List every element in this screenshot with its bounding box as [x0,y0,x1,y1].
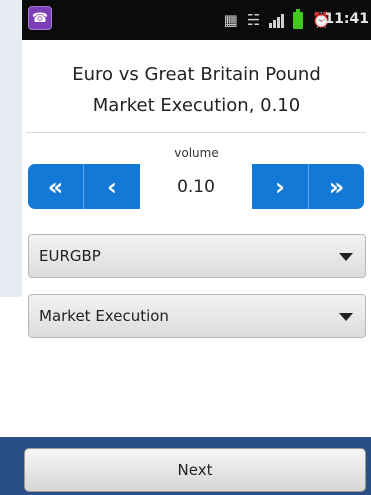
status-clock: 11:41 [324,11,369,27]
divider [26,132,366,133]
page-subtitle: Market Execution, 0.10 [92,95,301,116]
next-button[interactable]: Next [24,448,366,492]
battery-icon [293,8,304,29]
fast-decrease-volume-button[interactable]: « [28,164,84,209]
increase-volume-button[interactable]: › [252,164,308,209]
signal-icon [269,13,285,28]
status-bar: ☎ ▦ ☵ ⏰ 11:41 [22,0,371,40]
volume-input[interactable]: 0.10 [140,164,252,209]
wifi-icon: ☵ [246,10,261,29]
app-viber-icon: ☎ [28,6,52,30]
chevron-down-icon [339,313,353,321]
vibrate-icon: ▦ [223,10,238,29]
volume-stepper: « ‹ 0.10 › » [28,164,368,209]
execution-type-select-value: Market Execution [39,307,169,325]
volume-label: volume [174,146,219,160]
symbol-select[interactable]: EURGBP [28,234,366,278]
background-panel [0,0,22,297]
fast-increase-volume-button[interactable]: » [308,164,364,209]
page-title: Euro vs Great Britain Pound [72,64,321,85]
symbol-select-value: EURGBP [39,247,101,265]
status-icons: ▦ ☵ ⏰ [223,8,331,31]
chevron-down-icon [339,253,353,261]
decrease-volume-button[interactable]: ‹ [84,164,140,209]
execution-type-select[interactable]: Market Execution [28,294,366,338]
